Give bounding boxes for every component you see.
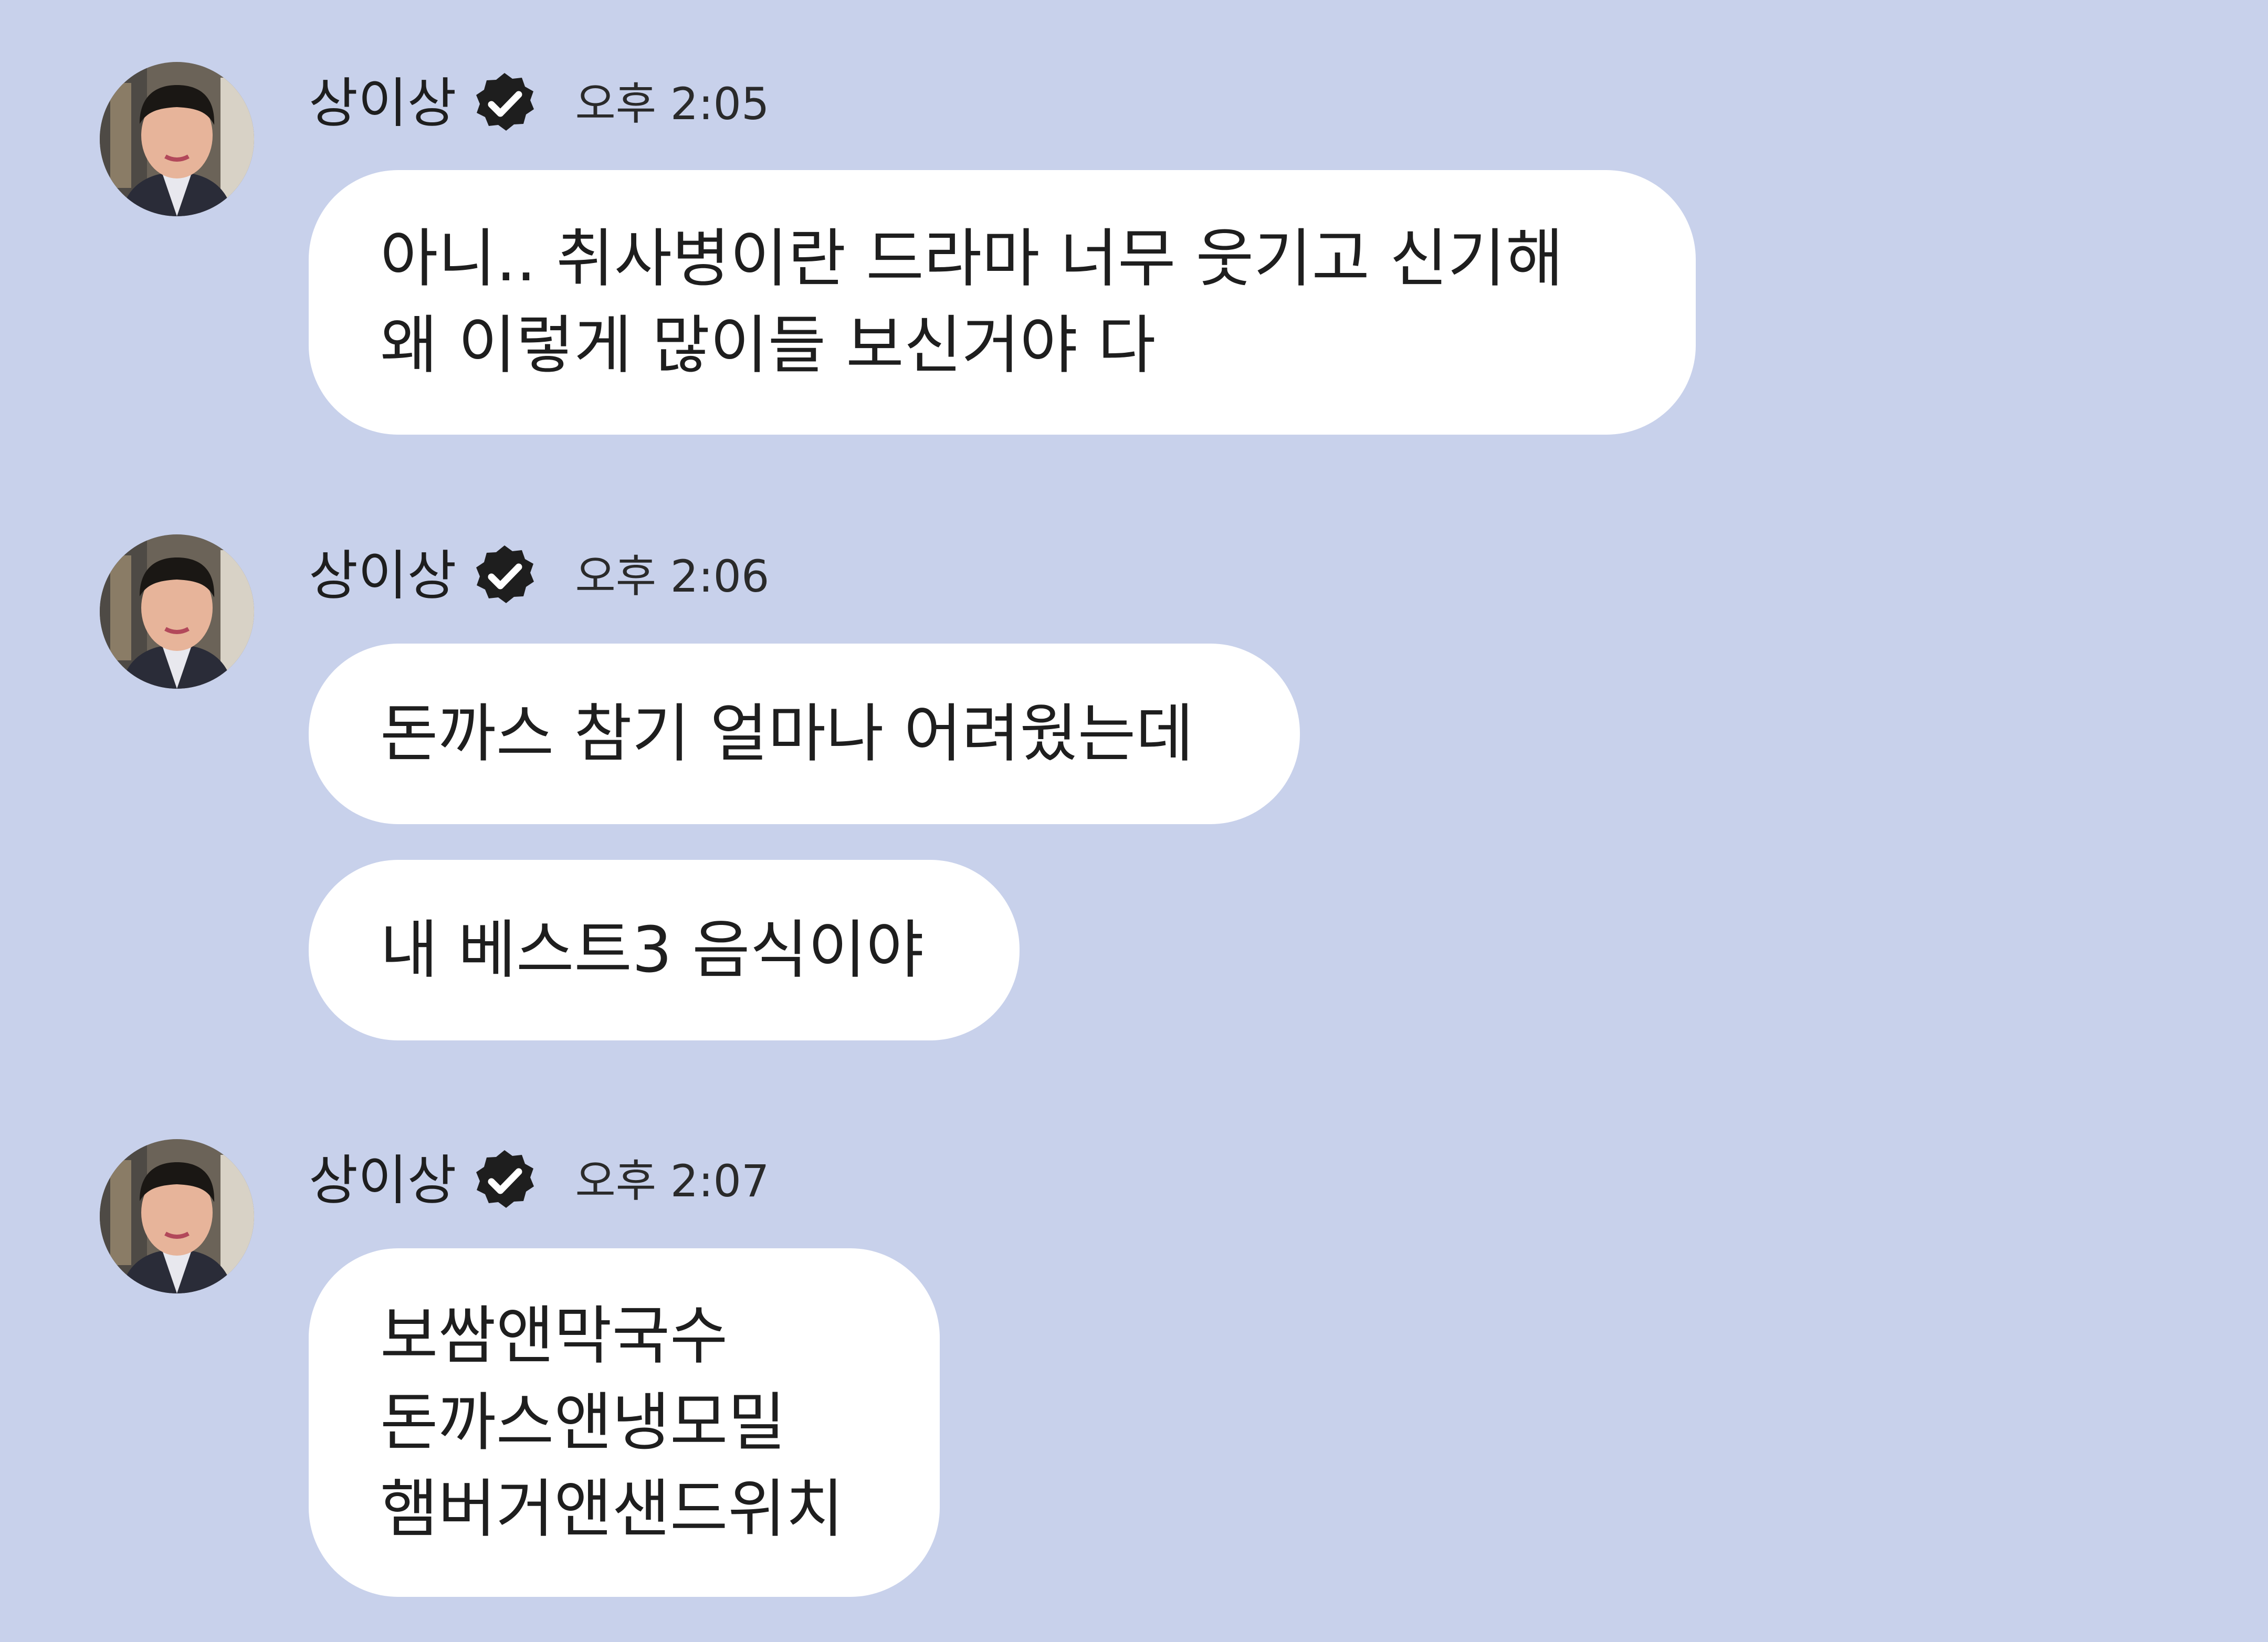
message-text-line: 왜 이렇게 많이들 보신거야 다 (380, 309, 1156, 382)
message-text-line: 돈까스앤냉모밀 (380, 1386, 786, 1459)
sender-name[interactable]: 상이상 (309, 1154, 457, 1208)
message-bubble[interactable]: 아니.. 취사병이란 드라마 너무 웃기고 신기해 왜 이렇게 많이들 보신거야… (309, 170, 1696, 435)
message-group: 상이상 오후 2:07 보쌈앤막국수 돈까스앤냉모밀 햄버거앤샌드위치 (0, 1139, 2268, 1601)
message-bubble[interactable]: 보쌈앤막국수 돈까스앤냉모밀 햄버거앤샌드위치 (309, 1248, 940, 1597)
avatar[interactable] (100, 534, 254, 689)
message-text-line: 보쌈앤막국수 (380, 1299, 728, 1373)
message-timestamp: 오후 2:06 (575, 551, 770, 602)
message-header: 상이상 오후 2:07 (309, 1139, 769, 1223)
message-text-line: 햄버거앤샌드위치 (380, 1472, 844, 1546)
message-timestamp: 오후 2:07 (575, 1155, 770, 1207)
message-header: 상이상 오후 2:05 (309, 62, 769, 146)
verified-badge-icon (470, 542, 539, 611)
message-bubble[interactable]: 돈까스 참기 얼마나 어려웠는데 (309, 644, 1300, 824)
message-text-line: 내 베스트3 음식이야 (380, 913, 924, 987)
message-group: 상이상 오후 2:05 아니.. 취사병이란 드라마 너무 웃기고 신기해 왜 … (0, 62, 2268, 440)
verified-badge-icon (470, 1147, 539, 1215)
message-bubble[interactable]: 내 베스트3 음식이야 (309, 860, 1020, 1040)
avatar[interactable] (100, 1139, 254, 1293)
message-timestamp: 오후 2:05 (575, 78, 770, 130)
avatar[interactable] (100, 62, 254, 216)
verified-badge-icon (470, 70, 539, 138)
sender-name[interactable]: 상이상 (309, 550, 457, 603)
message-group: 상이상 오후 2:06 돈까스 참기 얼마나 어려웠는데 내 베스트3 음식이야 (0, 534, 2268, 1040)
message-text-line: 아니.. 취사병이란 드라마 너무 웃기고 신기해 (380, 223, 1564, 296)
sender-name[interactable]: 상이상 (309, 77, 457, 131)
message-text-line: 돈까스 참기 얼마나 어려웠는데 (380, 697, 1194, 771)
message-header: 상이상 오후 2:06 (309, 534, 769, 618)
